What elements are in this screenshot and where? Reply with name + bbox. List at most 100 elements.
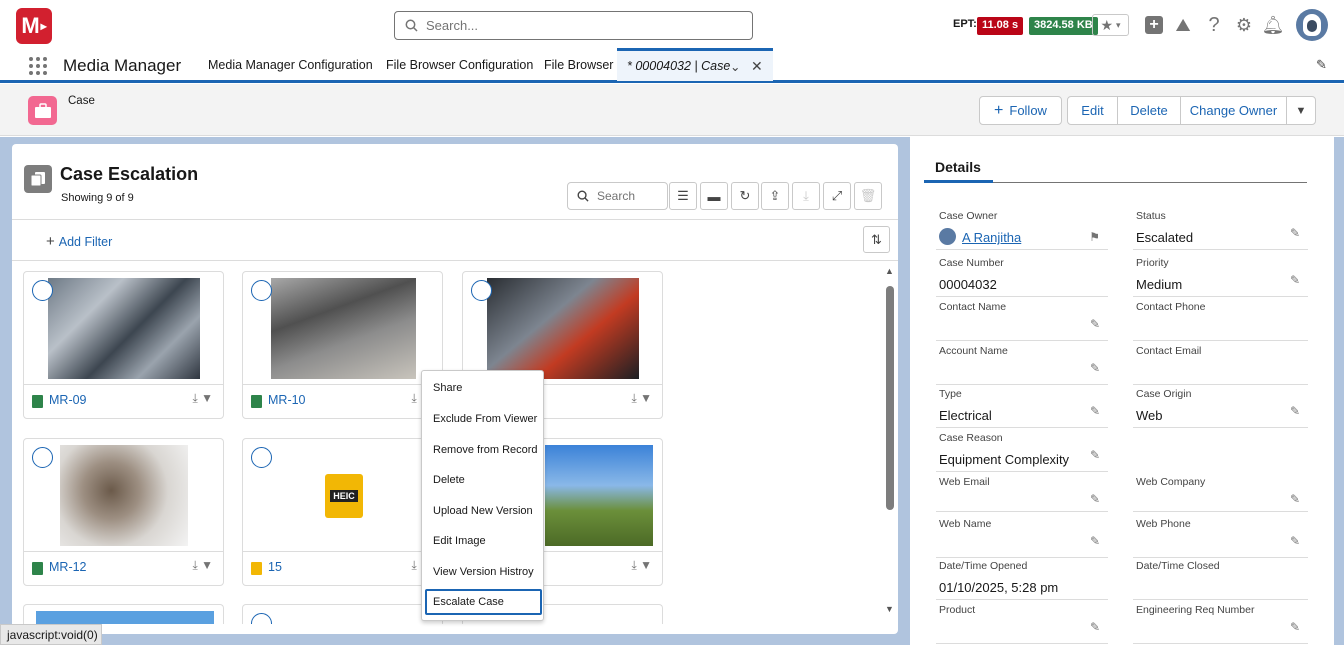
plus-icon: + <box>994 101 1004 119</box>
sort-icon[interactable]: ⇅ <box>863 226 890 253</box>
avatar[interactable] <box>1296 9 1328 41</box>
close-icon[interactable]: ✕ <box>751 58 763 75</box>
menu-item-view-version-history[interactable]: View Version Histroy <box>433 566 534 578</box>
tab-details[interactable]: Details <box>935 159 981 175</box>
list-view-icon[interactable]: ☰ <box>669 182 697 210</box>
field-contact-email: Contact Email <box>1133 345 1308 385</box>
download-menu-icon[interactable]: ⤓ ▼ <box>192 558 213 573</box>
tile-image[interactable] <box>60 445 188 546</box>
more-actions-button[interactable]: ▼ <box>1286 96 1316 125</box>
add-icon[interactable]: + <box>1143 14 1165 36</box>
refresh-icon[interactable]: ↻ <box>731 182 759 210</box>
pencil-icon[interactable]: ✎ <box>1290 404 1300 418</box>
gallery-search-input[interactable]: Search <box>567 182 668 210</box>
delete-button[interactable]: Delete <box>1117 96 1181 125</box>
favorites-star-icon[interactable]: ★ ▾ <box>1092 14 1129 36</box>
select-checkbox[interactable] <box>251 280 272 301</box>
tile-image[interactable] <box>271 278 416 379</box>
pencil-icon[interactable]: ✎ <box>1290 620 1300 634</box>
menu-item-upload-new-version[interactable]: Upload New Version <box>433 505 533 517</box>
file-name-link[interactable]: 15 <box>268 560 282 574</box>
download-icon[interactable]: ⤓ <box>792 182 820 210</box>
global-search-input[interactable]: Search... <box>394 11 753 40</box>
tab-file-browser[interactable]: File Browser <box>544 58 613 72</box>
pencil-icon[interactable]: ✎ <box>1090 404 1100 418</box>
bell-icon[interactable]: 🔔︎ <box>1262 14 1285 36</box>
field-priority: Priority Medium ✎ <box>1133 257 1308 297</box>
pencil-icon[interactable]: ✎ <box>1090 492 1100 506</box>
app-logo[interactable]: M ▸ <box>16 8 52 44</box>
chevron-down-icon[interactable]: ⌄ <box>730 59 740 74</box>
field-product: Product ✎ <box>936 604 1108 644</box>
select-checkbox[interactable] <box>32 447 53 468</box>
file-image-icon <box>32 395 43 408</box>
help-icon[interactable]: ? <box>1203 14 1225 36</box>
select-checkbox[interactable] <box>251 447 272 468</box>
pencil-icon[interactable]: ✎ <box>1090 361 1100 375</box>
tab-file-browser-configuration[interactable]: File Browser Configuration <box>386 58 533 72</box>
follow-button[interactable]: + Follow <box>979 96 1062 125</box>
trailhead-icon[interactable]: ⛰ <box>1172 14 1194 36</box>
download-menu-icon[interactable]: ⤓ ▼ <box>631 391 652 406</box>
media-tile[interactable]: MR-12 ⤓ ▼ <box>23 438 224 586</box>
pencil-icon[interactable]: ✎ <box>1090 534 1100 548</box>
change-owner-icon[interactable]: ⚑ <box>1089 230 1100 244</box>
pencil-icon[interactable]: ✎ <box>1090 620 1100 634</box>
download-menu-icon[interactable]: ⤓ ▼ <box>192 391 213 406</box>
field-case-number: Case Number 00004032 <box>936 257 1108 297</box>
tile-image[interactable] <box>545 445 653 546</box>
tile-image[interactable] <box>487 278 639 379</box>
gear-icon[interactable]: ⚙ <box>1233 14 1255 36</box>
app-launcher-icon[interactable] <box>28 56 48 76</box>
scroll-up-icon[interactable]: ▲ <box>885 266 894 276</box>
menu-item-delete[interactable]: Delete <box>433 474 465 486</box>
gallery-view-icon[interactable]: ▬ <box>700 182 728 210</box>
select-checkbox[interactable] <box>471 280 492 301</box>
pencil-icon[interactable]: ✎ <box>1290 273 1300 287</box>
field-date-time-closed: Date/Time Closed <box>1133 560 1308 600</box>
menu-item-edit-image[interactable]: Edit Image <box>433 535 486 547</box>
download-menu-icon[interactable]: ⤓ ▼ <box>631 558 652 573</box>
menu-item-share[interactable]: Share <box>433 382 462 394</box>
field-status: Status Escalated ✎ <box>1133 210 1308 250</box>
select-checkbox[interactable] <box>32 280 53 301</box>
select-checkbox[interactable] <box>251 613 272 624</box>
showing-count: Showing 9 of 9 <box>61 192 134 204</box>
global-header: M ▸ Search... EPT: 11.08 s 3824.58 KB ★ ▾ … <box>0 0 1344 50</box>
file-name-link[interactable]: MR-12 <box>49 560 87 574</box>
tab-case-active[interactable]: * 00004032 | Case ⌄ ✕ <box>617 48 773 81</box>
pencil-icon[interactable]: ✎ <box>1090 448 1100 462</box>
media-tile[interactable] <box>23 604 224 624</box>
add-filter-link[interactable]: + Add Filter <box>46 233 112 250</box>
menu-item-remove-from-record[interactable]: Remove from Record <box>433 444 538 456</box>
expand-icon[interactable]: ⤢ <box>823 182 851 210</box>
file-name-link[interactable]: MR-10 <box>268 393 306 407</box>
scrollbar-thumb[interactable] <box>886 286 894 510</box>
menu-item-escalate-case[interactable]: Escalate Case <box>425 589 542 615</box>
gallery-scrollbar[interactable]: ▲ ▼ <box>885 266 895 616</box>
owner-link[interactable]: A Ranjitha <box>962 230 1021 245</box>
pencil-icon[interactable]: ✎ <box>1290 226 1300 240</box>
pencil-icon[interactable]: ✎ <box>1090 317 1100 331</box>
media-tile[interactable]: HEIC 15 ⤓ ▼ <box>242 438 443 586</box>
trash-icon[interactable]: 🗑︎ <box>854 182 882 210</box>
tile-image[interactable] <box>48 278 200 379</box>
file-name-link[interactable]: MR-09 <box>49 393 87 407</box>
gallery-title: Case Escalation <box>60 164 199 184</box>
edit-nav-pencil-icon[interactable]: ✎ <box>1316 57 1327 73</box>
edit-button[interactable]: Edit <box>1067 96 1118 125</box>
scroll-down-icon[interactable]: ▼ <box>885 604 894 614</box>
app-name: Media Manager <box>63 56 182 75</box>
tile-image[interactable] <box>36 611 214 624</box>
media-tile[interactable]: MR-10 ⤓ ▼ <box>242 271 443 419</box>
pencil-icon[interactable]: ✎ <box>1290 534 1300 548</box>
tab-media-manager-configuration[interactable]: Media Manager Configuration <box>208 58 373 72</box>
media-tile[interactable] <box>242 604 443 624</box>
upload-icon[interactable]: ⇪ <box>761 182 789 210</box>
pencil-icon[interactable]: ✎ <box>1290 492 1300 506</box>
heic-file-icon[interactable]: HEIC <box>325 474 363 518</box>
change-owner-button[interactable]: Change Owner <box>1180 96 1287 125</box>
media-tile[interactable]: MR-09 ⤓ ▼ <box>23 271 224 419</box>
menu-item-exclude-from-viewer[interactable]: Exclude From Viewer <box>433 413 537 425</box>
ept-label: EPT: <box>953 18 977 30</box>
